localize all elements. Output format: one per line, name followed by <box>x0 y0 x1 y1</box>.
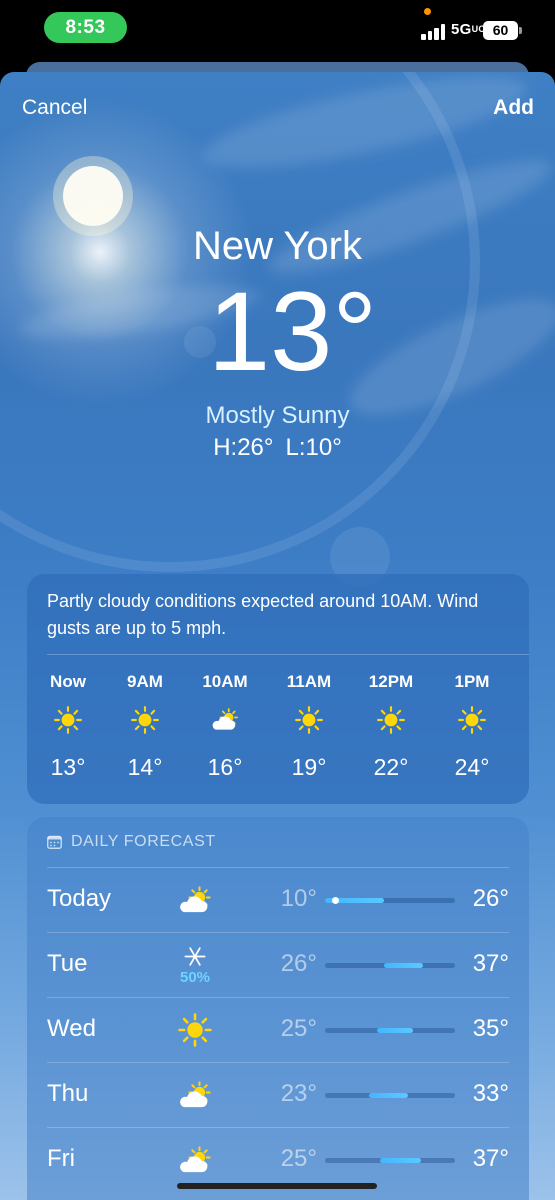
hourly-temp: 16° <box>207 754 243 780</box>
temperature-range-fill <box>383 963 423 968</box>
day-name: Thu <box>47 1080 89 1107</box>
partly-cloudy-icon <box>169 1139 221 1181</box>
sun-icon <box>269 700 349 740</box>
hourly-forecast-card[interactable]: Partly cloudy conditions expected around… <box>27 574 529 804</box>
daily-row[interactable]: Wed 25° 35° <box>27 997 529 1062</box>
calendar-icon <box>47 835 62 849</box>
status-bar: 8:53 5GUC 60 <box>0 0 555 60</box>
battery-icon: 60 <box>483 21 518 40</box>
divider <box>47 1127 509 1128</box>
network-type: 5GUC <box>451 21 486 38</box>
daily-row[interactable]: Tue 50% 26° 37° <box>27 932 529 997</box>
hourly-item: 9AM 14° <box>105 672 185 781</box>
hourly-item: 11AM 19° <box>269 672 349 781</box>
high-temp: 37° <box>472 950 509 977</box>
partly-cloudy-icon <box>169 879 221 921</box>
low-temp: 23° <box>280 1080 317 1107</box>
divider <box>47 932 509 933</box>
hourly-item: 1PM 24° <box>432 672 512 781</box>
daily-forecast-title: DAILY FORECAST <box>71 833 216 850</box>
day-name: Tue <box>47 950 88 977</box>
high-low: H:26° L:10° <box>0 434 555 462</box>
day-name: Fri <box>47 1145 75 1172</box>
privacy-indicator-dot <box>424 8 431 15</box>
day-name: Today <box>47 885 112 912</box>
temperature-range-bar <box>325 1093 455 1098</box>
temperature-range-bar <box>325 897 455 904</box>
home-indicator[interactable] <box>177 1183 377 1189</box>
weather-sheet: Cancel Add New York 13° Mostly Sunny H:2… <box>0 72 555 1200</box>
low-temp: L:10° <box>285 434 342 461</box>
divider <box>47 1062 509 1063</box>
hourly-time: 11AM <box>286 672 332 691</box>
high-temp: 35° <box>472 1015 509 1042</box>
precip-chance: 50% <box>179 969 211 986</box>
temperature-range-fill <box>377 1028 414 1033</box>
hourly-item: 10AM 16° <box>185 672 265 781</box>
battery-tip <box>519 27 522 34</box>
daily-row[interactable]: Thu 23° 33° <box>27 1062 529 1127</box>
sun-icon <box>351 700 431 740</box>
sun-icon <box>28 700 108 740</box>
add-button[interactable]: Add <box>493 96 534 120</box>
high-temp: 37° <box>472 1145 509 1172</box>
temperature-range-fill <box>369 1093 409 1098</box>
hourly-item: Now 13° <box>28 672 108 781</box>
hourly-temp: 22° <box>373 754 409 780</box>
low-temp: 25° <box>280 1145 317 1172</box>
status-time[interactable]: 8:53 <box>44 12 127 43</box>
divider <box>47 997 509 998</box>
low-temp: 10° <box>280 885 317 912</box>
temperature-range-bar <box>325 1158 455 1163</box>
sun-icon <box>169 1009 221 1051</box>
hourly-time: 1PM <box>454 672 490 691</box>
sun-icon <box>432 700 512 740</box>
hourly-temp: 13° <box>50 754 86 780</box>
hourly-temp: 14° <box>127 754 163 780</box>
high-temp: 33° <box>472 1080 509 1107</box>
hourly-temp: 24° <box>454 754 490 780</box>
daily-row[interactable]: Today 10° 26° <box>27 867 529 932</box>
snowflake-icon: 50% <box>169 944 221 986</box>
divider <box>47 867 509 868</box>
hourly-time: 9AM <box>127 672 163 691</box>
partly-cloudy-icon <box>169 1074 221 1116</box>
high-temp: H:26° <box>213 434 274 461</box>
daily-forecast-header: DAILY FORECAST <box>47 831 216 853</box>
hourly-item: 12PM 22° <box>351 672 431 781</box>
signal-strength-icon <box>421 24 447 40</box>
divider <box>47 654 529 655</box>
cancel-button[interactable]: Cancel <box>22 96 87 120</box>
high-temp: 26° <box>472 885 509 912</box>
daily-forecast-card[interactable]: DAILY FORECAST Today 10° 26° Tue 50% 26°… <box>27 817 529 1200</box>
low-temp: 26° <box>280 950 317 977</box>
hourly-time: Now <box>50 672 86 691</box>
current-temperature: 13° <box>207 269 378 394</box>
partly-cloudy-icon <box>185 700 265 740</box>
current-condition: Mostly Sunny <box>205 402 350 429</box>
hourly-temp: 19° <box>291 754 327 780</box>
hourly-time: 10AM <box>202 672 248 691</box>
current-temp-marker <box>331 897 339 904</box>
day-name: Wed <box>47 1015 96 1042</box>
temperature-range-bar <box>325 1028 455 1033</box>
temperature-range-bar <box>325 963 455 968</box>
sun-icon <box>105 700 185 740</box>
low-temp: 25° <box>280 1015 317 1042</box>
hourly-time: 12PM <box>368 672 414 691</box>
hourly-list[interactable]: Now 13° 9AM 14° 10AM 16° 11AM 19° 12PM 2… <box>27 672 529 792</box>
temperature-range-fill <box>379 1158 422 1163</box>
hourly-summary: Partly cloudy conditions expected around… <box>47 591 479 638</box>
city-name: New York <box>193 224 362 268</box>
